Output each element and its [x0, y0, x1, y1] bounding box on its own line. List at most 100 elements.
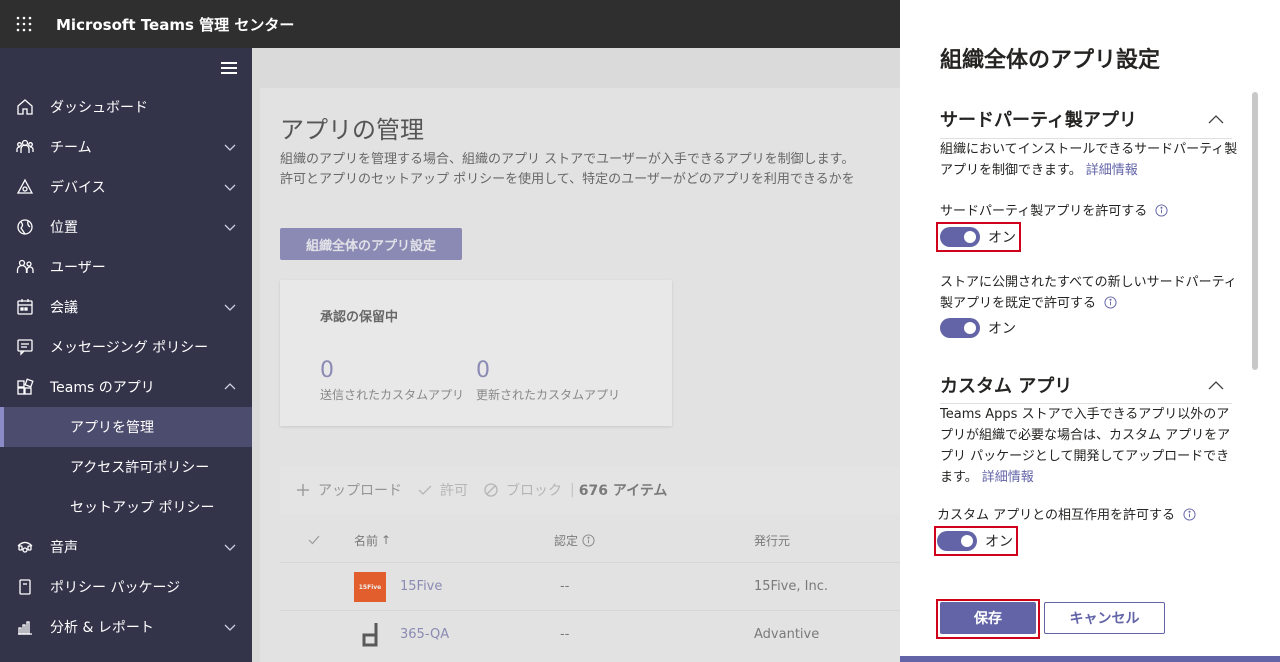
sidebar: ダッシュボード チーム デバイス 位置 ユーザー 会議 メッセージング ポリシー…: [0, 48, 252, 662]
hamburger-icon[interactable]: [220, 60, 238, 76]
sidebar-item-setup-policies[interactable]: セットアップ ポリシー: [0, 487, 252, 527]
allow-new-apps-toggle[interactable]: オン: [940, 318, 1016, 338]
submitted-count[interactable]: 0: [320, 358, 334, 383]
learn-more-link[interactable]: 詳細情報: [982, 470, 1034, 485]
column-header-publisher[interactable]: 発行元: [754, 518, 790, 562]
chevron-down-icon: [224, 544, 236, 551]
chevron-down-icon: [224, 624, 236, 631]
pending-title: 承認の保留中: [320, 310, 399, 325]
toolbar-divider: |: [570, 482, 575, 498]
item-count: 676 アイテム: [578, 483, 668, 499]
chevron-up-icon: [224, 383, 236, 390]
sidebar-item-locations[interactable]: 位置: [0, 207, 252, 247]
panel-title: 組織全体のアプリ設定: [940, 48, 1161, 73]
pending-approval-card: 承認の保留中 0 送信されたカスタムアプリ 0 更新されたカスタムアプリ: [280, 280, 672, 426]
app-certification: --: [560, 579, 570, 594]
sidebar-item-label: ダッシュボード: [50, 100, 148, 116]
chevron-down-icon: [224, 304, 236, 311]
page-description: 組織のアプリを管理する場合、組織のアプリ ストアでユーザーが入手できるアプリを制…: [280, 150, 855, 190]
devices-icon: [16, 178, 34, 196]
sidebar-item-teams-apps[interactable]: Teams のアプリ: [0, 367, 252, 407]
highlight-box: [936, 222, 1021, 252]
select-all-checkbox[interactable]: [308, 518, 320, 562]
column-header-name[interactable]: 名前 ↑: [354, 518, 391, 562]
save-button[interactable]: 保存: [940, 602, 1036, 634]
highlight-box: [934, 526, 1018, 556]
block-label: ブロック: [506, 483, 562, 499]
allow-new-apps-label: ストアに公開されたすべての新しいサードパーティ製アプリを既定で許可する: [940, 272, 1240, 314]
sidebar-item-meetings[interactable]: 会議: [0, 287, 252, 327]
sidebar-item-teams[interactable]: チーム: [0, 127, 252, 167]
analytics-icon: [16, 618, 34, 636]
setting-label: サードパーティ製アプリを許可する: [940, 204, 1148, 219]
sidebar-item-label: ポリシー パッケージ: [50, 580, 181, 596]
setting-label: カスタム アプリとの相互作用を許可する: [937, 508, 1176, 523]
table-row[interactable]: 365-QA -- Advantive: [280, 610, 900, 658]
sidebar-item-permission-policies[interactable]: アクセス許可ポリシー: [0, 447, 252, 487]
sidebar-item-dashboard[interactable]: ダッシュボード: [0, 87, 252, 127]
chevron-down-icon: [224, 224, 236, 231]
teams-icon: [16, 138, 34, 156]
allow-label: 許可: [440, 483, 468, 499]
sidebar-item-policy-packages[interactable]: ポリシー パッケージ: [0, 567, 252, 607]
third-party-description: 組織においてインストールできるサードパーティ製アプリを制御できます。 詳細情報: [940, 139, 1240, 181]
block-button[interactable]: ブロック: [484, 480, 562, 500]
org-wide-settings-button[interactable]: 組織全体のアプリ設定: [280, 228, 462, 260]
sidebar-item-label: デバイス: [50, 180, 106, 196]
panel-scrollbar[interactable]: [1252, 92, 1258, 370]
sort-ascending-icon: ↑: [381, 533, 392, 547]
allow-third-party-label: サードパーティ製アプリを許可する: [940, 201, 1240, 222]
column-name-label: 名前: [354, 533, 379, 548]
table-row[interactable]: 15Five 15Five -- 15Five, Inc.: [280, 562, 900, 610]
main-content: アプリの管理 組織のアプリを管理する場合、組織のアプリ ストアでユーザーが入手で…: [252, 48, 900, 662]
sidebar-item-manage-apps[interactable]: アプリを管理: [0, 407, 252, 447]
sidebar-item-devices[interactable]: デバイス: [0, 167, 252, 207]
apps-toolbar: アップロード 許可 ブロック | 676 アイテム: [280, 466, 900, 514]
app-name-link[interactable]: 15Five: [400, 563, 442, 610]
app-name-link[interactable]: 365-QA: [400, 611, 449, 658]
updated-count[interactable]: 0: [476, 358, 490, 383]
submitted-label: 送信されたカスタムアプリ: [320, 388, 465, 402]
info-icon[interactable]: [1155, 204, 1168, 217]
allow-button[interactable]: 許可: [418, 480, 468, 500]
sidebar-item-label: 分析 & レポート: [50, 620, 154, 636]
sidebar-item-label: 会議: [50, 300, 78, 316]
description-line: 許可とアプリのセットアップ ポリシーを使用して、特定のユーザーがどのアプリを利用…: [280, 172, 855, 187]
info-icon[interactable]: [1183, 508, 1196, 521]
sidebar-item-label: セットアップ ポリシー: [70, 500, 215, 516]
sidebar-item-label: 位置: [50, 220, 78, 236]
app-publisher: Advantive: [754, 627, 820, 642]
upload-button[interactable]: アップロード: [296, 480, 402, 500]
info-icon[interactable]: [582, 533, 595, 547]
panel-bottom-bar: [900, 656, 1280, 662]
app-launcher-icon[interactable]: [0, 0, 48, 48]
app-publisher: 15Five, Inc.: [754, 579, 828, 594]
learn-more-link[interactable]: 詳細情報: [1086, 163, 1138, 178]
third-party-heading: サードパーティ製アプリ: [940, 110, 1137, 131]
home-icon: [16, 98, 34, 116]
sidebar-item-analytics[interactable]: 分析 & レポート: [0, 607, 252, 647]
sidebar-item-voice[interactable]: 音声: [0, 527, 252, 567]
sidebar-item-label: チーム: [50, 140, 92, 156]
sidebar-item-users[interactable]: ユーザー: [0, 247, 252, 287]
info-icon[interactable]: [1104, 296, 1117, 309]
chevron-up-icon[interactable]: [1208, 380, 1224, 390]
apps-icon: [16, 378, 34, 396]
chevron-up-icon[interactable]: [1208, 114, 1224, 124]
chevron-down-icon: [224, 144, 236, 151]
check-icon: [418, 485, 432, 495]
column-header-certification[interactable]: 認定: [554, 518, 595, 562]
org-wide-settings-panel: 組織全体のアプリ設定 サードパーティ製アプリ 組織においてインストールできるサー…: [900, 0, 1280, 662]
sidebar-item-label: アプリを管理: [70, 420, 154, 436]
users-icon: [16, 258, 34, 276]
cancel-button[interactable]: キャンセル: [1044, 602, 1165, 634]
sidebar-item-label: アクセス許可ポリシー: [70, 460, 210, 476]
toggle-switch[interactable]: [940, 318, 980, 338]
sidebar-item-label: 音声: [50, 540, 78, 556]
sidebar-item-label: ユーザー: [50, 260, 106, 276]
allow-custom-interact-label: カスタム アプリとの相互作用を許可する: [937, 505, 1237, 526]
sidebar-item-messaging-policies[interactable]: メッセージング ポリシー: [0, 327, 252, 367]
top-bar: Microsoft Teams 管理 センター: [0, 0, 900, 48]
updated-label: 更新されたカスタムアプリ: [476, 388, 621, 402]
sidebar-item-label: メッセージング ポリシー: [50, 340, 209, 356]
